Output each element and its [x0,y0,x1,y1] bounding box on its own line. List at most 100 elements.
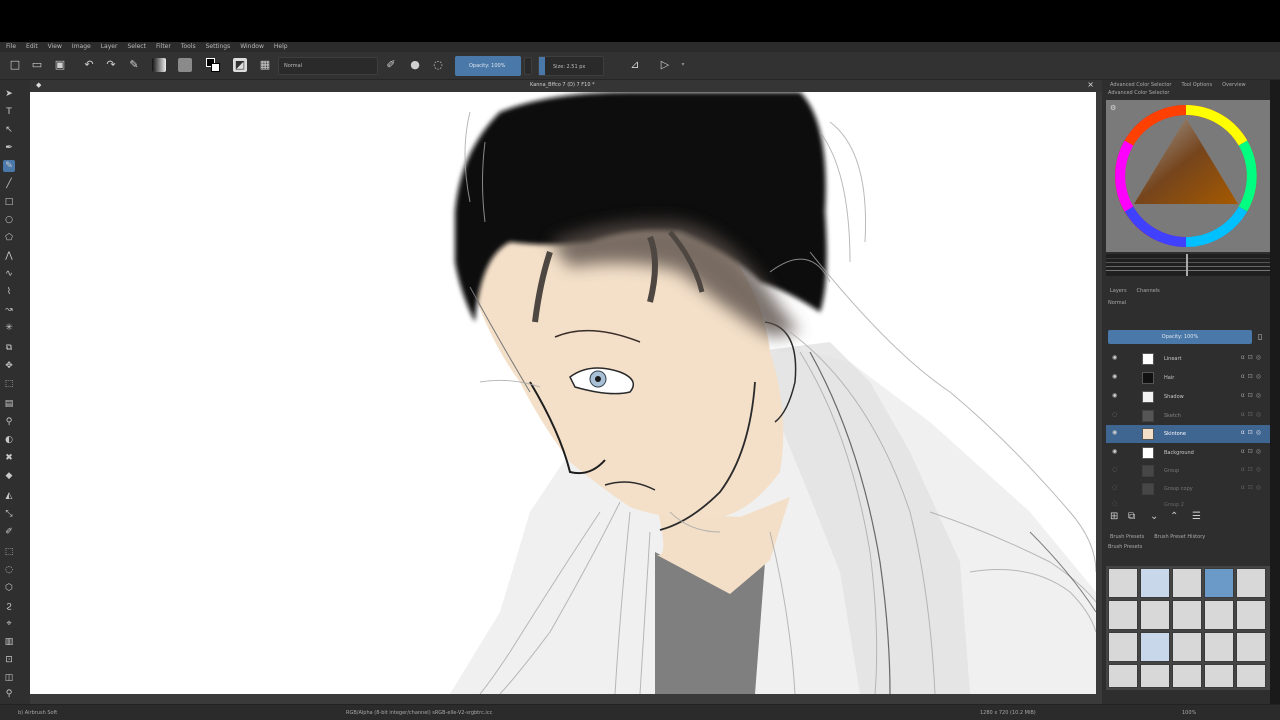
smart-patch-icon[interactable]: ✖ [3,452,15,464]
close-document-icon[interactable]: × [1087,80,1094,89]
color-history-strip[interactable] [1106,254,1270,276]
layer-options-icons[interactable]: α⊡◎ [1241,411,1264,418]
eyedropper-icon[interactable]: ⚲ [3,416,15,428]
layer-row[interactable]: ◌ Group 2 [1106,496,1270,508]
reference-tool-icon[interactable]: ✐ [3,526,15,538]
text-tool-icon[interactable]: T [3,106,15,118]
status-zoom[interactable]: 100% [1182,709,1196,717]
layer-properties-icon[interactable]: ☰ [1192,511,1201,522]
brush-preset[interactable] [1236,664,1266,688]
preserve-alpha-icon[interactable]: ● [408,58,422,72]
brush-preset[interactable] [1140,632,1170,662]
eraser-mode-icon[interactable]: ✐ [384,58,398,72]
edit-brush-settings-icon[interactable]: ✎ [127,58,141,72]
layer-row[interactable]: ◉ Background α⊡◎ [1106,444,1270,462]
eye-icon[interactable]: ◌ [1112,466,1120,474]
brush-preset[interactable] [1204,664,1234,688]
layer-opacity-slider[interactable]: Opacity: 100% [1108,330,1252,344]
duplicate-layer-icon[interactable]: ⧉ [1128,511,1135,522]
eye-icon[interactable]: ◉ [1112,448,1120,456]
zoom-tool-icon[interactable]: ⚲ [3,688,15,700]
colorize-mask-icon[interactable]: ◐ [3,434,15,446]
edit-shapes-icon[interactable]: ↖ [3,124,15,136]
menu-settings[interactable]: Settings [206,42,231,52]
multibrush-icon[interactable]: ✳ [3,322,15,334]
tab-brush-preset-history[interactable]: Brush Preset History [1154,532,1205,542]
menu-layer[interactable]: Layer [101,42,118,52]
bezier-select-icon[interactable]: ⊡ [3,654,15,666]
ellipse-select-icon[interactable]: ◌ [3,564,15,576]
brush-preset[interactable] [1172,664,1202,688]
move-down-icon[interactable]: ⌄ [1150,511,1158,522]
brush-preset[interactable] [1108,568,1138,598]
tab-overview[interactable]: Overview [1222,80,1246,90]
eye-icon[interactable]: ◌ [1112,484,1120,492]
ellipse-tool-icon[interactable]: ○ [3,214,15,226]
brush-preset[interactable] [1204,632,1234,662]
layer-menu-icon[interactable]: ▯ [1258,332,1262,341]
menu-select[interactable]: Select [127,42,146,52]
layer-blend-select[interactable]: Normal [1108,300,1126,306]
mirror-dropdown-icon[interactable]: ▾ [676,58,690,72]
fill-tool-icon[interactable]: ◆ [3,470,15,482]
select-shapes-icon[interactable]: ➤ [3,88,15,100]
menu-file[interactable]: File [6,42,16,52]
brush-preset[interactable] [1140,664,1170,688]
opacity-slider[interactable]: Opacity: 100% [455,56,521,76]
rectangle-tool-icon[interactable]: □ [3,196,15,208]
size-slider[interactable]: Size: 2.51 px [538,56,604,76]
brush-preset-icon[interactable]: ▦ [258,58,272,72]
brush-preset[interactable] [1204,600,1234,630]
brush-preset[interactable] [1172,568,1202,598]
eye-icon[interactable]: ◉ [1112,392,1120,400]
color-wheel[interactable] [1106,100,1270,252]
layer-options-icons[interactable]: α⊡◎ [1241,392,1264,399]
save-icon[interactable]: ▣ [53,58,67,72]
menu-filter[interactable]: Filter [156,42,171,52]
menu-edit[interactable]: Edit [26,42,38,52]
layer-row-active[interactable]: ◉ Skintone α⊡◎ [1106,425,1270,443]
bezier-tool-icon[interactable]: ∿ [3,268,15,280]
crop-tool-icon[interactable]: ⧉ [3,342,15,354]
transform-tool-icon[interactable]: ⬚ [3,378,15,390]
measure-tool-icon[interactable]: ⤡ [3,508,15,520]
layer-options-icons[interactable]: α⊡◎ [1241,354,1264,361]
brush-preset[interactable] [1236,600,1266,630]
layer-row[interactable]: ◉ Hair α⊡◎ [1106,369,1270,387]
layer-options-icons[interactable]: α⊡◎ [1241,466,1264,473]
magnetic-select-icon[interactable]: ◫ [3,672,15,684]
eye-icon[interactable]: ◉ [1112,373,1120,381]
tab-layers[interactable]: Layers [1110,286,1127,296]
layer-options-icons[interactable]: α⊡◎ [1241,484,1264,491]
brush-preset[interactable] [1172,632,1202,662]
line-tool-icon[interactable]: ╱ [3,178,15,190]
move-up-icon[interactable]: ⌃ [1170,511,1178,522]
add-layer-icon[interactable]: ⊞ [1110,511,1118,522]
rect-select-icon[interactable]: ⬚ [3,546,15,558]
menu-view[interactable]: View [48,42,62,52]
layer-row[interactable]: ◉ Shadow α⊡◎ [1106,388,1270,406]
freehand-select-icon[interactable]: ϩ [3,600,15,612]
tab-advanced-color-selector[interactable]: Advanced Color Selector [1110,80,1171,90]
eye-icon[interactable]: ◉ [1112,429,1120,437]
layer-options-icons[interactable]: α⊡◎ [1241,373,1264,380]
brush-preset[interactable] [1236,632,1266,662]
freehand-brush-icon[interactable]: ✎ [3,160,15,172]
document-title[interactable]: Kanna_Bffco 7 (D) 7 F10 * [530,82,595,88]
brush-preset[interactable] [1108,600,1138,630]
brush-preset[interactable] [1108,632,1138,662]
mirror-horizontal-icon[interactable]: ⊿ [628,58,642,72]
contiguous-select-icon[interactable]: ⌖ [3,618,15,630]
pattern-picker-icon[interactable] [178,58,192,72]
layer-options-icons[interactable]: α⊡◎ [1241,448,1264,455]
layer-row[interactable]: ◉ Lineart α⊡◎ [1106,350,1270,368]
polyline-tool-icon[interactable]: ⋀ [3,250,15,262]
eye-icon[interactable]: ◌ [1112,411,1120,419]
brush-preset[interactable] [1140,600,1170,630]
menu-window[interactable]: Window [240,42,264,52]
eye-icon[interactable]: ◌ [1112,500,1120,508]
brush-preset[interactable] [1140,568,1170,598]
assistant-tool-icon[interactable]: ◭ [3,490,15,502]
brush-preset-selected[interactable] [1204,568,1234,598]
layer-row[interactable]: ◌ Sketch α⊡◎ [1106,407,1270,425]
